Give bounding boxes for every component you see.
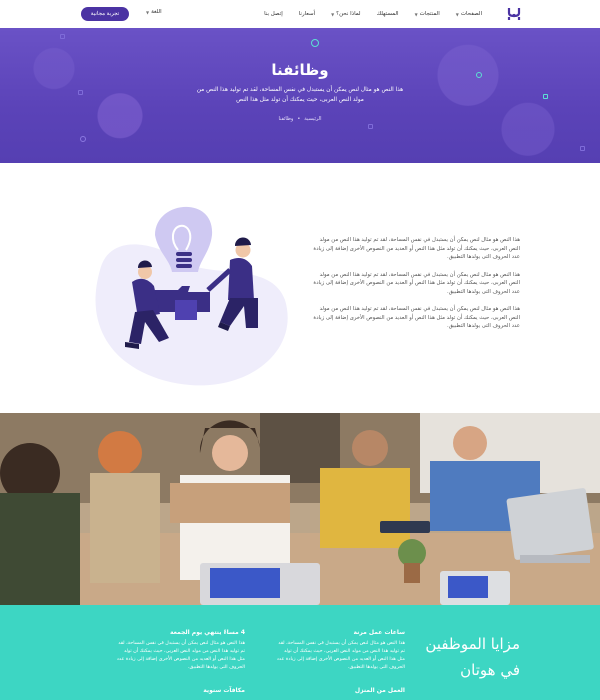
menu-item-pages[interactable]: الصفحات ▼ [448,11,490,17]
benefit-title: العمل من المنزل [354,687,405,694]
free-trial-button[interactable]: تجربة مجانية [81,7,129,21]
page-title: وظائفنا [271,61,329,79]
benefit-title: 4 مساءً ينتهي يوم الجمعة [170,629,245,636]
benefit-item: ساعات عمل مرنة هذا النص هو مثال لنص يمكن… [275,629,405,672]
chevron-down-icon: ▼ [331,11,335,17]
benefit-item: العمل من المنزل [275,687,405,698]
menu-label: المستهلك [376,11,399,17]
decor-square [368,124,373,129]
language-selector[interactable]: اللغة ▼ [146,9,162,15]
menu-label: أسعارنا [298,11,316,17]
about-paragraph: هذا النص هو مثال لنص يمكن أن يستبدل في ن… [313,306,520,329]
chevron-down-icon: ▼ [414,11,418,17]
menu-item-products[interactable]: المنتجات ▼ [407,11,448,17]
about-paragraph: هذا النص هو مثال لنص يمكن أن يستبدل في ن… [313,237,520,260]
benefit-item: 4 مساءً ينتهي يوم الجمعة هذا النص هو مثا… [115,629,245,672]
chevron-down-icon: ▼ [146,9,150,15]
menu-label: الصفحات [460,11,482,17]
teamwork-illustration [95,206,288,386]
language-label: اللغة [151,9,162,15]
decor-circle [80,136,86,142]
breadcrumb-current: وظائفنا [278,116,294,122]
top-navbar: الصفحات ▼ المنتجات ▼ المستهلك لماذا نحن؟ ▼ … [0,0,600,28]
breadcrumb-home[interactable]: الرئيسية [304,116,321,122]
benefit-text: هذا النص هو مثال لنص يمكن أن يستبدل في ن… [276,641,405,670]
menu-item-contact[interactable]: إتصل بنا [256,11,291,17]
benefit-title: ساعات عمل مرنة [353,629,405,636]
hero-banner: وظائفنا هذا النص هو مثال لنص يمكن أن يست… [0,28,600,163]
decor-square [60,34,65,39]
menu-label: المنتجات [419,11,440,17]
menu-item-pricing[interactable]: أسعارنا [291,11,323,17]
site-logo[interactable] [506,6,522,22]
about-paragraph: هذا النص هو مثال لنص يمكن أن يستبدل في ن… [313,271,520,295]
menu-item-why-us[interactable]: لماذا نحن؟ ▼ [323,11,369,17]
menu-item-consumer[interactable]: المستهلك [369,11,407,17]
benefit-title: مكافآت سنوية [203,687,245,694]
menu-label: لماذا نحن؟ [336,11,361,17]
hero-description: هذا النص هو مثال لنص يمكن أن يستبدل في ن… [196,87,404,103]
benefits-section: مزايا الموظفين في هوتان ساعات عمل مرنة ه… [0,605,600,700]
decor-square [580,146,585,151]
benefit-item: مكافآت سنوية [115,687,245,698]
decor-circle [311,39,319,47]
breadcrumb-separator: • [297,116,301,122]
decor-square [543,94,548,99]
chevron-down-icon: ▼ [455,11,459,17]
decor-square [78,90,83,95]
menu-label: إتصل بنا [264,11,283,17]
about-text-block: هذا النص هو مثال لنص يمكن أن يستبدل في ن… [310,236,520,340]
breadcrumb: الرئيسية • وظائفنا [0,116,600,122]
team-photo [0,413,600,605]
main-menu: الصفحات ▼ المنتجات ▼ المستهلك لماذا نحن؟ ▼ … [256,0,490,28]
benefits-title: مزايا الموظفين في هوتان [425,635,520,679]
benefit-text: هذا النص هو مثال لنص يمكن أن يستبدل في ن… [116,641,245,670]
